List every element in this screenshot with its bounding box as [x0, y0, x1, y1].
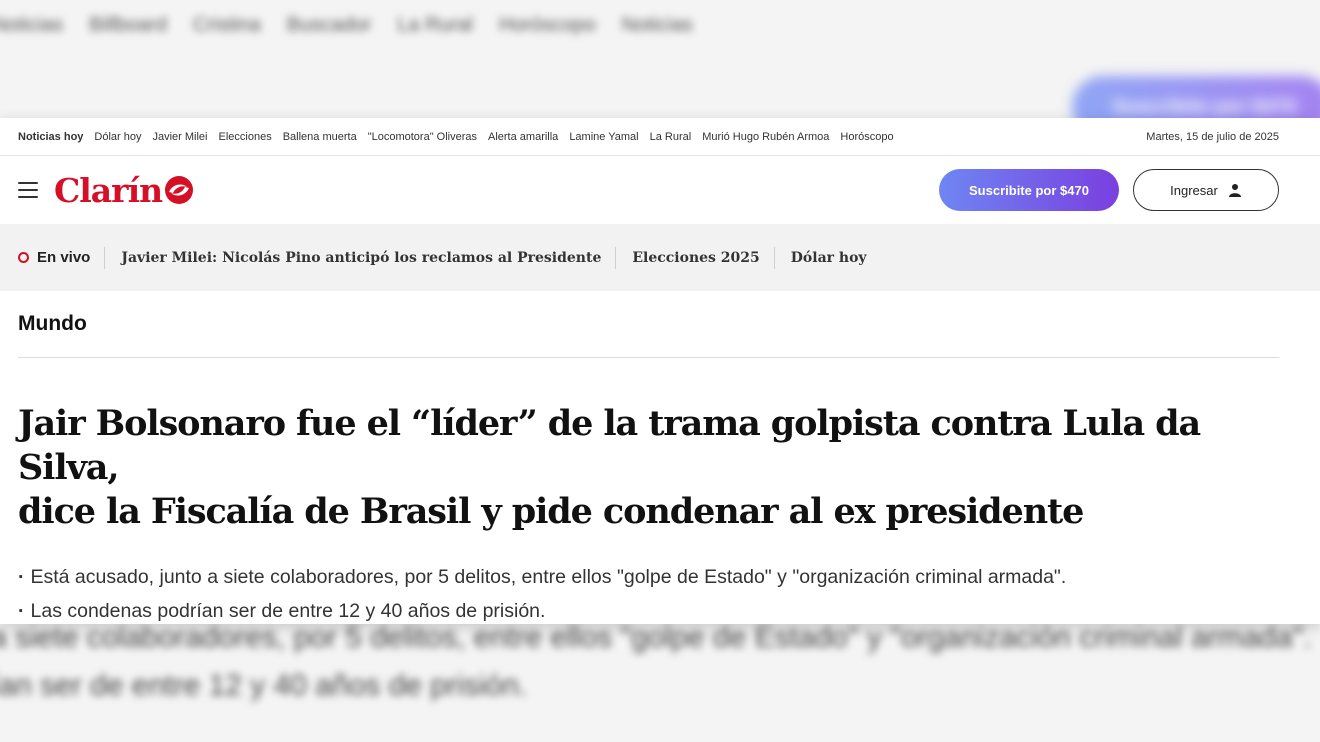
live-link-elecciones[interactable]: Elecciones 2025 [632, 250, 759, 266]
section-title: Mundo [18, 312, 87, 335]
blurred-summary-line: ían ser de entre 12 y 40 años de prisión… [0, 669, 528, 702]
blurred-nav: Noticias Billboard Cristina Buscador La … [0, 14, 693, 37]
headline-line: dice la Fiscalía de Brasil y pide conden… [18, 491, 1084, 532]
blurred-nav-item: Noticias [0, 14, 64, 36]
user-icon [1228, 184, 1241, 197]
blurred-nav-item: Horóscopo [498, 14, 596, 36]
trending-link[interactable]: Elecciones [219, 131, 272, 143]
menu-icon[interactable] [18, 182, 38, 198]
current-date: Martes, 15 de julio de 2025 [1146, 130, 1279, 143]
live-indicator[interactable]: En vivo [18, 249, 90, 266]
trending-link[interactable]: Ballena muerta [283, 131, 357, 143]
login-label: Ingresar [1170, 182, 1218, 198]
headline-line: Jair Bolsonaro fue el “líder” de la tram… [18, 403, 1201, 488]
divider [773, 246, 775, 269]
trending-link[interactable]: La Rural [650, 131, 692, 143]
live-link-milei[interactable]: Javier Milei: Nicolás Pino anticipó los … [121, 250, 601, 266]
trending-lead: Noticias hoy [18, 130, 84, 143]
divider [104, 246, 106, 269]
trending-link[interactable]: Alerta amarilla [488, 131, 558, 143]
live-link-dolar[interactable]: Dólar hoy [791, 250, 867, 266]
live-bar: En vivo Javier Milei: Nicolás Pino antic… [0, 224, 1320, 291]
trending-link[interactable]: Horóscopo [840, 131, 893, 143]
article-card: Noticias hoy Dólar hoy Javier Milei Elec… [0, 118, 1320, 624]
subscribe-button[interactable]: Suscribite por $470 [939, 169, 1119, 211]
summary-bullet: Las condenas podrían ser de entre 12 y 4… [18, 594, 1279, 628]
divider [615, 246, 617, 269]
trending-bar: Noticias hoy Dólar hoy Javier Milei Elec… [0, 118, 1320, 156]
live-label: En vivo [37, 249, 91, 266]
trending-link[interactable]: "Locomotora" Oliveras [368, 131, 477, 143]
trending-link[interactable]: Javier Milei [152, 131, 207, 143]
article-headline: Jair Bolsonaro fue el “líder” de la tram… [18, 402, 1279, 534]
trending-list: Noticias hoy Dólar hoy Javier Milei Elec… [18, 131, 894, 143]
blurred-nav-item: Billboard [89, 14, 167, 36]
logo-swirl-icon [165, 176, 194, 204]
blurred-nav-item: Buscador [286, 14, 372, 36]
summary-bullets: Está acusado, junto a siete colaboradore… [18, 560, 1279, 628]
blurred-nav-item: Cristina [192, 14, 261, 36]
trending-link[interactable]: Murió Hugo Rubén Armoa [702, 131, 829, 143]
blurred-summary: a siete colaboradores, por 5 delitos, en… [0, 614, 1312, 710]
login-button[interactable]: Ingresar [1133, 169, 1279, 211]
logo-text: Clarín [54, 170, 163, 210]
section-label[interactable]: Mundo [18, 291, 1279, 358]
header-actions: Suscribite por $470 Ingresar [939, 169, 1279, 211]
blurred-nav-item: Noticias [621, 14, 693, 36]
blurred-nav-item: La Rural [397, 14, 473, 36]
live-dot-icon [18, 252, 29, 263]
site-header: Clarín Suscribite por $470 Ingresar [0, 156, 1320, 224]
summary-bullet: Está acusado, junto a siete colaboradore… [18, 560, 1279, 594]
clarin-logo[interactable]: Clarín [54, 171, 194, 210]
trending-link[interactable]: Dólar hoy [94, 131, 141, 143]
trending-link[interactable]: Lamine Yamal [569, 131, 638, 143]
